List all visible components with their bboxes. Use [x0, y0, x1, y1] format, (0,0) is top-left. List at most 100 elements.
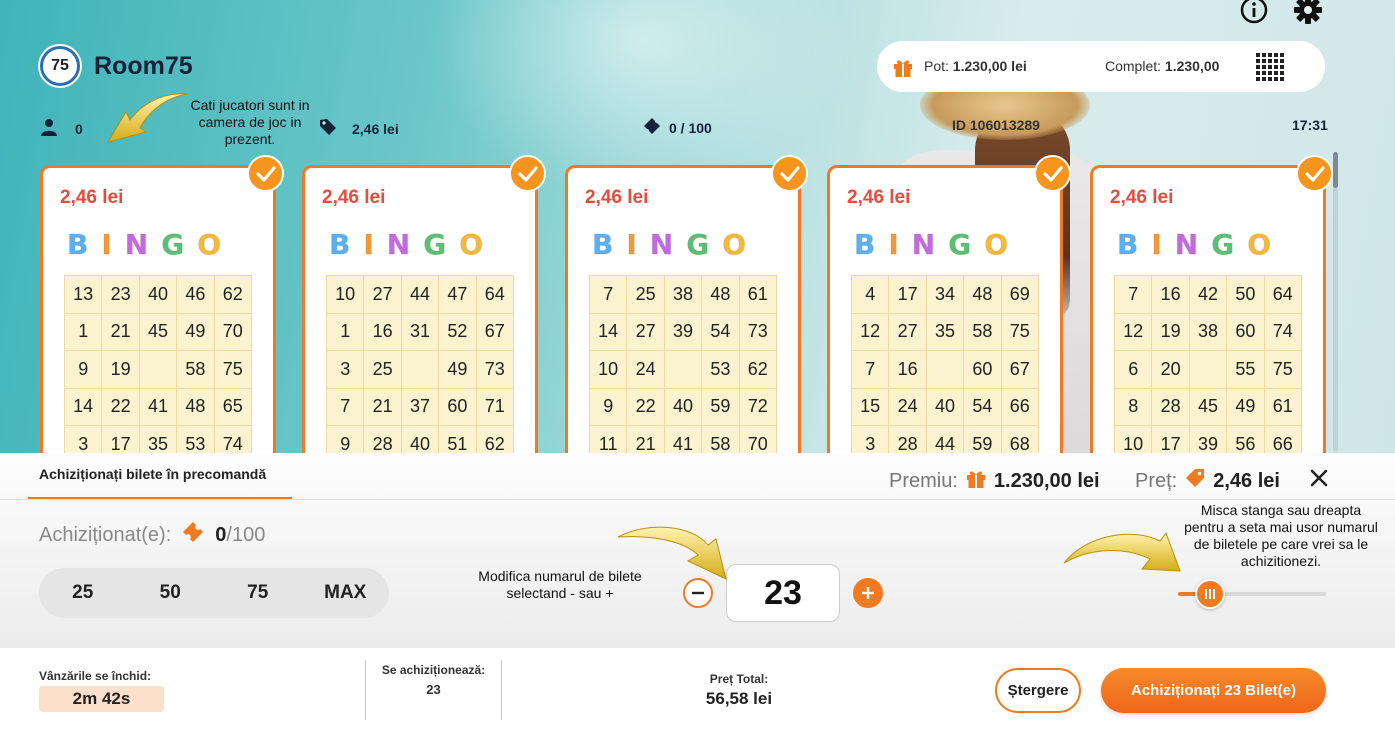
bingo-letter: O [1247, 228, 1272, 262]
bingo-header: BINGO [66, 228, 222, 262]
complet-text: Complet: 1.230,00 [1105, 58, 1219, 74]
bingo-grid: 13 23 40 46 62 1 21 45 49 70 9 19 58 75 14 22 41 48 65 3 17 3… [63, 275, 252, 462]
bingo-letter: B [591, 228, 614, 262]
bingo-cell: 34 [925, 275, 965, 314]
card-price: 2,46 lei [585, 187, 649, 208]
bingo-grid: 10 27 44 47 64 1 16 31 52 67 3 25 49 73 7 21 37 60 71 9 28 40… [325, 275, 514, 462]
bingo-letter: N [911, 228, 936, 262]
bingo-card[interactable]: 2,46 lei B I N G O 13 23 40 46 62 1 21 45 49 70 9 19 58 75 1… [40, 165, 276, 465]
check-icon[interactable] [1034, 155, 1071, 192]
bingo-cell: 75 [1000, 312, 1039, 351]
players-value: 0 [75, 120, 83, 137]
clear-button[interactable]: Ștergere [995, 668, 1081, 713]
pot-value: 1.230,00 lei [952, 58, 1027, 74]
bingo-row: 7 16 42 50 64 [1113, 275, 1302, 314]
bingo-cell: 24 [888, 387, 927, 426]
scrollbar-thumb[interactable] [1333, 152, 1338, 188]
bingo-cell: 38 [663, 275, 703, 314]
bingo-cell: 48 [701, 275, 740, 314]
bingo-cell: 62 [738, 350, 777, 389]
bingo-cell: 70 [213, 312, 252, 351]
bingo-cell: 48 [963, 275, 1002, 314]
bingo-card[interactable]: 2,46 lei B I N G O 7 16 42 50 64 12 19 38 60 74 6 20 55 75 8… [1090, 165, 1326, 465]
bingo-cell: 19 [1151, 312, 1190, 351]
bingo-cell: 46 [176, 275, 215, 314]
bingo-letter: I [363, 228, 374, 262]
bingo-cell: 73 [475, 350, 514, 389]
bingo-cell: 45 [138, 312, 178, 351]
grid-menu-icon[interactable] [1255, 52, 1285, 85]
bingo-cell: 22 [626, 387, 665, 426]
bingo-cell: 27 [363, 275, 402, 314]
bingo-letter: I [1151, 228, 1162, 262]
bingo-cell: 16 [888, 350, 927, 389]
bingo-letter: G [423, 228, 447, 262]
buy-tickets-button[interactable]: Achiziționați 23 Bilet(e) [1101, 668, 1326, 713]
quick-select-75[interactable]: 75 [214, 568, 302, 618]
pot-label: Pot: [924, 58, 949, 74]
bingo-header: BINGO [328, 228, 483, 262]
check-icon[interactable] [1296, 155, 1333, 192]
bingo-cell: 53 [701, 350, 740, 389]
bingo-cell: 48 [176, 387, 215, 426]
info-icon[interactable] [1238, 0, 1270, 26]
total-price: Preț Total: 56,58 lei [680, 672, 798, 709]
hint-arrow-icon [1063, 531, 1181, 572]
bingo-cell: 60 [1226, 312, 1265, 351]
bingo-cell: 3 [325, 350, 365, 389]
bingo-cell: 27 [888, 312, 927, 351]
card-price: 2,46 lei [322, 187, 386, 208]
gear-icon[interactable] [1292, 0, 1324, 26]
bingo-cell: 61 [1263, 387, 1302, 426]
quick-select-max[interactable]: MAX [302, 568, 390, 618]
bingo-row: 7 16 60 67 [850, 350, 1039, 389]
bingo-letter: G [686, 228, 710, 262]
bingo-cell: 54 [701, 312, 740, 351]
check-icon[interactable] [509, 155, 546, 192]
game-id: ID 106013289 [952, 117, 1040, 133]
tickets-sold-value: 0 / 100 [669, 119, 712, 136]
bingo-cell: 23 [101, 275, 140, 314]
check-icon[interactable] [771, 155, 808, 192]
quantity-slider-handle[interactable] [1195, 579, 1225, 609]
tab-preorder[interactable]: Achiziționați bilete în precomandă [39, 466, 266, 482]
bingo-letter: O [722, 228, 747, 262]
plus-icon[interactable] [853, 578, 883, 608]
bingo-row: 9 22 40 59 72 [588, 387, 777, 426]
bingo-letter: O [197, 228, 222, 262]
gift-icon [964, 466, 988, 496]
bingo-letter: N [649, 228, 674, 262]
bingo-cell: 64 [475, 275, 514, 314]
ticket-price-info: 2,46 lei [318, 117, 399, 140]
quantity-input[interactable] [726, 564, 840, 622]
bingo-cell: 16 [1151, 275, 1190, 314]
bingo-cell: 13 [63, 275, 103, 314]
quick-select-50[interactable]: 50 [127, 568, 215, 618]
cards-scrollbar[interactable] [1333, 152, 1338, 452]
bingo-cell: 45 [1188, 387, 1228, 426]
bingo-cell: 38 [1188, 312, 1228, 351]
bingo-cell: 31 [400, 312, 440, 351]
bingo-cell: 1 [325, 312, 365, 351]
bingo-letter: B [1116, 228, 1139, 262]
bingo-cell: 66 [1000, 387, 1039, 426]
bingo-card[interactable]: 2,46 lei B I N G O 7 25 38 48 61 14 27 39 54 73 10 24 53 62… [565, 165, 801, 465]
bingo-free-cell [138, 350, 178, 389]
bingo-cell: 20 [1151, 350, 1190, 389]
card-price: 2,46 lei [847, 187, 911, 208]
ticket-icon [643, 117, 661, 138]
bingo-card[interactable]: 2,46 lei B I N G O 4 17 34 48 69 12 27 35 58 75 7 16 60 67 1… [827, 165, 1063, 465]
ticket-icon [181, 520, 205, 550]
bingo-cell: 39 [663, 312, 703, 351]
close-icon[interactable] [1308, 467, 1330, 489]
bingo-row: 15 24 40 54 66 [850, 387, 1039, 426]
tickets-sold-info: 0 / 100 [643, 117, 712, 138]
bingo-row: 3 25 49 73 [325, 350, 514, 389]
complet-value: 1.230,00 [1164, 58, 1220, 74]
quick-select-25[interactable]: 25 [39, 568, 127, 618]
bingo-cell: 50 [1226, 275, 1265, 314]
check-icon[interactable] [247, 155, 284, 192]
bingo-cell: 62 [213, 275, 252, 314]
bingo-card[interactable]: 2,46 lei B I N G O 10 27 44 47 64 1 16 31 52 67 3 25 49 73 7… [302, 165, 538, 465]
bingo-cell: 35 [925, 312, 965, 351]
